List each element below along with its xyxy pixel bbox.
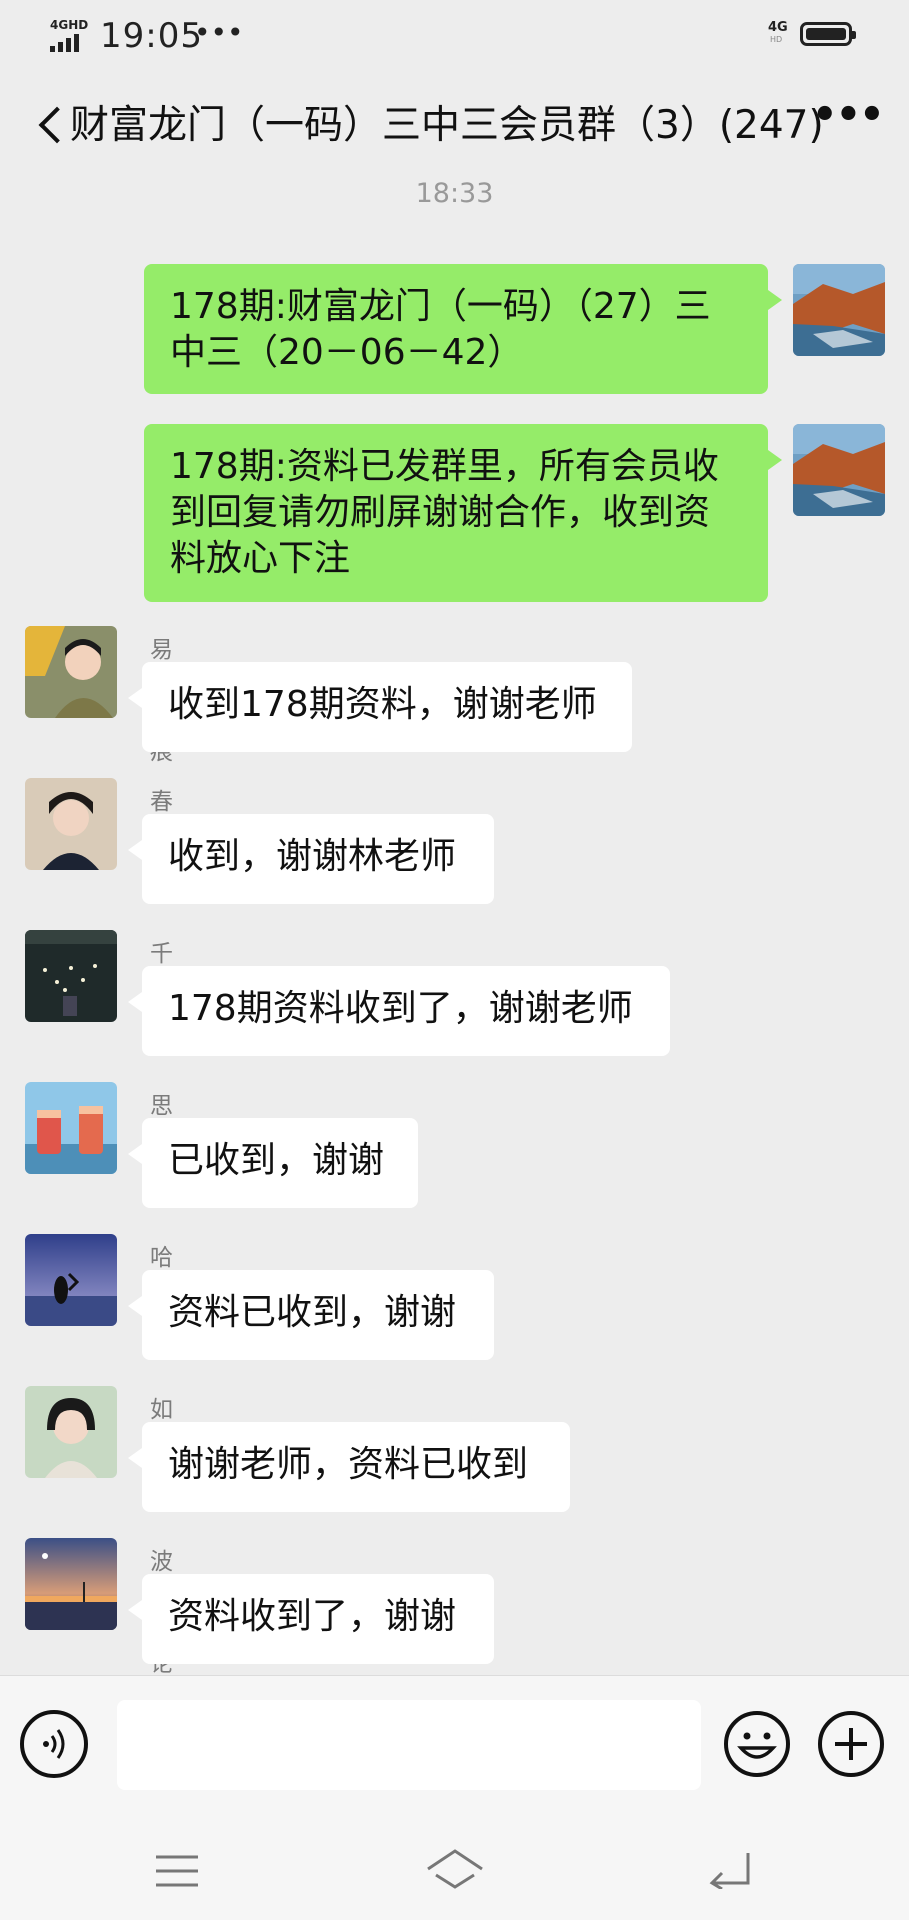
more-icon[interactable]: ••• — [812, 92, 885, 138]
battery-icon — [800, 22, 856, 46]
message-bubble[interactable]: 178期资料收到了，谢谢老师 — [128, 966, 670, 1056]
emoji-icon[interactable] — [723, 1710, 791, 1778]
message-bubble[interactable]: 资料收到了，谢谢 — [128, 1574, 494, 1664]
rocky-shore-avatar[interactable] — [793, 264, 885, 356]
system-nav-bar — [0, 1815, 909, 1920]
status-bar: 4GHD 19:05 ••• 4G HD — [0, 0, 909, 72]
menu-icon[interactable] — [154, 1853, 200, 1893]
sea-sunset-avatar[interactable] — [25, 1538, 117, 1630]
message-timestamp: 18:33 — [415, 178, 494, 209]
message-bubble[interactable]: 178期:资料已发群里，所有会员收到回复请勿刷屏谢谢合作，收到资料放心下注 — [144, 424, 782, 602]
message-bubble[interactable]: 收到178期资料，谢谢老师 — [128, 662, 632, 752]
back-nav-icon[interactable] — [708, 1849, 754, 1893]
girl-dark-avatar[interactable] — [25, 778, 117, 870]
chat-header: 财富龙门（一码）三中三会员群（3）(247) ••• — [0, 72, 909, 182]
chat-title: 财富龙门（一码）三中三会员群（3）(247) — [70, 103, 824, 148]
voice-icon[interactable] — [20, 1710, 88, 1778]
message-bubble[interactable]: 收到，谢谢林老师 — [128, 814, 494, 904]
status-time: 19:05 — [100, 16, 203, 56]
message-input[interactable] — [117, 1700, 701, 1790]
girl-short-hair-avatar[interactable] — [25, 1386, 117, 1478]
network-type: 4GHD — [50, 18, 89, 32]
signal-icon: 4GHD — [50, 18, 89, 52]
sunset-heart-avatar[interactable] — [25, 1234, 117, 1326]
drinks-avatar[interactable] — [25, 1082, 117, 1174]
message-bubble[interactable]: 178期:财富龙门（一码）（27）三中三（20－06－42） — [144, 264, 782, 394]
home-icon[interactable] — [424, 1847, 486, 1895]
network-right-icon: 4G HD — [768, 20, 788, 44]
status-overflow: ••• — [194, 16, 244, 49]
input-bar — [0, 1675, 909, 1816]
message-bubble[interactable]: 资料已收到，谢谢 — [128, 1270, 494, 1360]
girl-yellow-avatar[interactable] — [25, 626, 117, 718]
rocky-shore-avatar[interactable] — [793, 424, 885, 516]
night-lights-avatar[interactable] — [25, 930, 117, 1022]
back-icon[interactable] — [34, 100, 62, 148]
message-bubble[interactable]: 谢谢老师，资料已收到 — [128, 1422, 570, 1512]
plus-icon[interactable] — [817, 1710, 885, 1778]
message-bubble[interactable]: 已收到，谢谢 — [128, 1118, 418, 1208]
